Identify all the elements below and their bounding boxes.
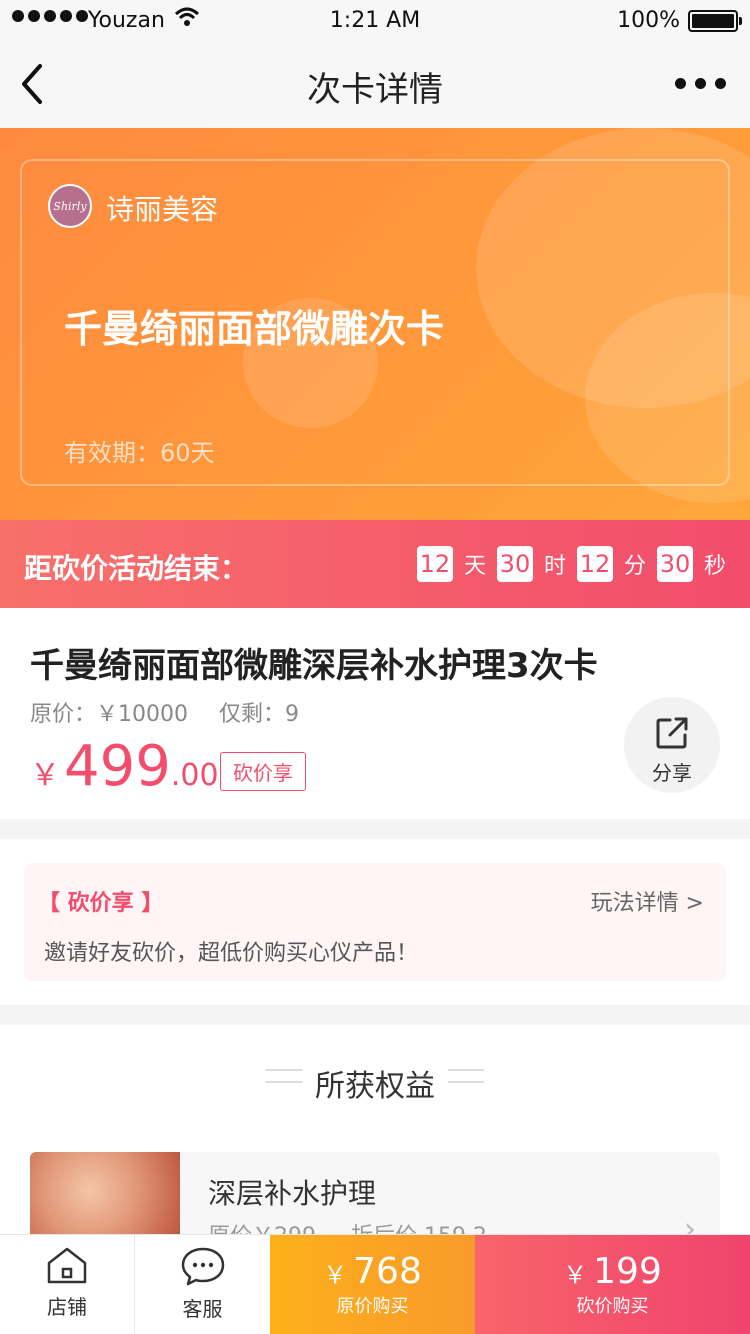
share-label: 分享 <box>652 761 692 785</box>
benefit-name: 深层补水护理 <box>208 1177 377 1210</box>
countdown-minutes-unit: 分 <box>623 554 646 579</box>
countdown-hours: 30 <box>496 546 533 582</box>
currency-symbol: ￥ <box>30 758 60 793</box>
bargain-buy-price: ￥ 199 <box>563 1251 662 1292</box>
benefits-title: 所获权益 <box>315 1069 435 1104</box>
remaining-stock: 仅剩：9 <box>219 702 299 727</box>
rules-link[interactable]: 玩法详情 > <box>591 885 704 917</box>
card-name: 千曼绮丽面部微雕次卡 <box>64 307 445 351</box>
bargain-tag: 砍价享 <box>220 752 306 791</box>
bottom-action-bar: 店铺 客服 ￥ 768 原价购买 ￥ 199 砍价购买 <box>0 1234 750 1334</box>
page-title: 次卡详情 <box>307 70 443 110</box>
countdown-seconds-unit: 秒 <box>703 554 726 579</box>
countdown-timer: 12 天 30 时 12 分 30 秒 <box>416 546 726 582</box>
countdown-seconds: 30 <box>656 546 693 582</box>
store-name: 诗丽美容 <box>106 193 219 226</box>
nav-bar: 次卡详情 <box>0 40 750 128</box>
price-integer: 499 <box>64 734 171 799</box>
original-buy-label: 原价购买 <box>336 1296 409 1317</box>
countdown-hours-unit: 时 <box>543 554 566 579</box>
customer-service-label: 客服 <box>182 1297 223 1321</box>
customer-service-tab[interactable]: 客服 <box>135 1235 270 1334</box>
bargain-title: 【 砍价享 】 <box>38 891 164 916</box>
share-button[interactable]: 分享 <box>624 697 720 793</box>
product-meta: 原价：￥10000 仅剩：9 <box>30 696 299 728</box>
chat-icon <box>181 1247 224 1286</box>
countdown-minutes: 12 <box>576 546 613 582</box>
original-buy-price: ￥ 768 <box>323 1251 422 1292</box>
store-tab[interactable]: 店铺 <box>0 1235 135 1334</box>
product-name: 千曼绮丽面部微雕深层补水护理3次卡 <box>30 646 598 686</box>
store-icon <box>47 1247 87 1284</box>
bargain-description: 邀请好友砍价，超低价购买心仪产品！ <box>44 941 419 966</box>
product-info: 千曼绮丽面部微雕深层补水护理3次卡 原价：￥10000 仅剩：9 ￥ 499 .… <box>0 608 750 819</box>
more-options-icon[interactable] <box>675 78 726 89</box>
store-logo: Shirly <box>48 184 92 228</box>
title-decor-line <box>448 1069 484 1083</box>
price-decimal: .00 <box>170 758 219 793</box>
bargain-price: ￥ 499 .00 <box>30 734 219 799</box>
buy-original-price-button[interactable]: ￥ 768 原价购买 <box>270 1235 475 1334</box>
bargain-section: 【 砍价享 】 玩法详情 > 邀请好友砍价，超低价购买心仪产品！ <box>0 839 750 1005</box>
bargain-buy-label: 砍价购买 <box>576 1296 649 1317</box>
card-hero: Shirly 诗丽美容 千曼绮丽面部微雕次卡 有效期：60天 <box>0 128 750 520</box>
buy-bargain-price-button[interactable]: ￥ 199 砍价购买 <box>475 1235 750 1334</box>
original-price: 原价：￥10000 <box>30 702 188 727</box>
countdown-label: 距砍价活动结束： <box>24 552 249 585</box>
battery-percent: 100% <box>617 8 680 33</box>
status-bar: Youzan 1:21 AM 100% <box>0 0 750 40</box>
store-tab-label: 店铺 <box>47 1295 87 1319</box>
share-icon <box>656 717 688 749</box>
bargain-card: 【 砍价享 】 玩法详情 > 邀请好友砍价，超低价购买心仪产品！ <box>24 863 726 981</box>
battery-icon <box>688 10 742 32</box>
countdown-days-unit: 天 <box>463 554 486 579</box>
card-validity: 有效期：60天 <box>64 439 215 467</box>
bargain-countdown: 距砍价活动结束： 12 天 30 时 12 分 30 秒 <box>0 520 750 608</box>
countdown-days: 12 <box>416 546 453 582</box>
